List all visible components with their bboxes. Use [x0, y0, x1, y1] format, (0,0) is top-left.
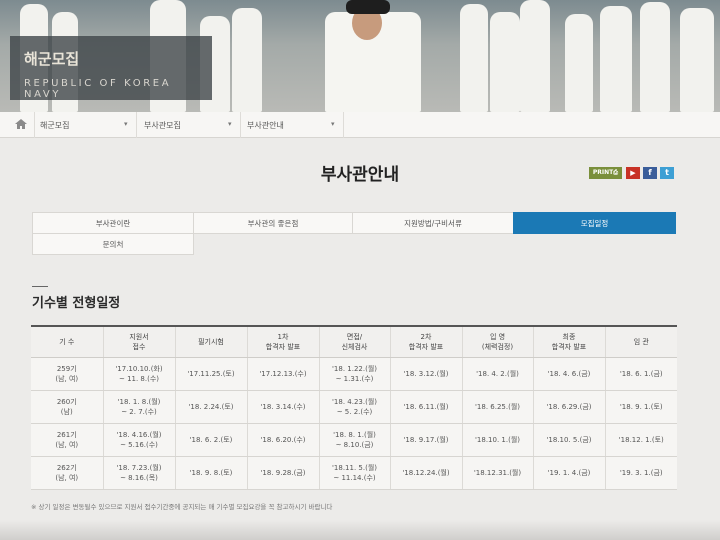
breadcrumb-item-recruit[interactable]: 해군모집	[40, 120, 69, 131]
table-cell: '18. 9. 8.(토)	[175, 456, 248, 490]
table-cell: '18. 4.16.(월) ~ 5.16.(수)	[103, 423, 176, 457]
breadcrumb-item-nco-recruit[interactable]: 부사관모집	[144, 120, 181, 131]
column-header: 면접/ 신체검사	[319, 325, 391, 358]
twitter-icon[interactable]: t	[660, 167, 674, 179]
table-cell: 261기 (남, 여)	[31, 423, 104, 457]
table-cell: 259기 (남, 여)	[31, 357, 104, 391]
hero-title: 해군모집	[24, 50, 80, 68]
home-icon[interactable]	[15, 119, 27, 129]
table-cell: 260기 (남)	[31, 390, 104, 424]
tab-nco-benefits[interactable]: 부사관의 좋은점	[193, 212, 353, 234]
table-cell: '18.11. 5.(월) ~ 11.14.(수)	[319, 456, 391, 490]
column-header: 필기시험	[175, 325, 248, 358]
table-cell: '18. 6.25.(월)	[462, 390, 534, 424]
table-cell: '18. 7.23.(월) ~ 8.16.(목)	[103, 456, 176, 490]
table-cell: '18. 1.22.(월) ~ 1.31.(수)	[319, 357, 391, 391]
tab-bar: 부사관이란 부사관의 좋은점 지원방법/구비서류 모집일정 문의처	[32, 212, 676, 256]
table-cell: '18. 8. 1.(월) ~ 8.10.(금)	[319, 423, 391, 457]
hero-title-box: 해군모집 REPUBLIC OF KOREA NAVY	[10, 36, 212, 100]
print-button[interactable]: PRINT⎙	[589, 167, 622, 179]
table-cell: '17.10.10.(화) ~ 11. 8.(수)	[103, 357, 176, 391]
table-cell: '18. 3.12.(월)	[390, 357, 463, 391]
hero-banner: 해군모집 REPUBLIC OF KOREA NAVY	[0, 0, 720, 112]
chevron-down-icon[interactable]: ▾	[331, 120, 335, 128]
chevron-down-icon[interactable]: ▾	[124, 120, 128, 128]
tab-contact[interactable]: 문의처	[32, 233, 194, 255]
table-cell: '18.12.31.(월)	[462, 456, 534, 490]
tab-recruit-schedule[interactable]: 모집일정	[513, 212, 676, 234]
table-cell: '18. 4.23.(월) ~ 5. 2.(수)	[319, 390, 391, 424]
table-cell: '18. 4. 2.(월)	[462, 357, 534, 391]
hero-subtitle: REPUBLIC OF KOREA NAVY	[24, 78, 172, 100]
section-rule	[32, 286, 48, 287]
table-cell: '18. 9.28.(금)	[247, 456, 320, 490]
tab-about-nco[interactable]: 부사관이란	[32, 212, 194, 234]
column-header: 2차 합격자 발표	[390, 325, 463, 358]
table-cell: '19. 3. 1.(금)	[605, 456, 677, 490]
table-cell: '19. 1. 4.(금)	[533, 456, 606, 490]
column-header: 입 영 (체력검정)	[462, 325, 534, 358]
breadcrumb-item-nco-info[interactable]: 부사관안내	[247, 120, 284, 131]
table-cell: '17.12.13.(수)	[247, 357, 320, 391]
table-row: 261기 (남, 여) '18. 4.16.(월) ~ 5.16.(수) '18…	[31, 423, 677, 457]
youtube-icon[interactable]: ▶	[626, 167, 640, 179]
table-cell: '18. 6.20.(수)	[247, 423, 320, 457]
table-cell: '18. 6. 1.(금)	[605, 357, 677, 391]
table-row: 260기 (남) '18. 1. 8.(월) ~ 2. 7.(수) '18. 2…	[31, 390, 677, 424]
footnote: ※ 상기 일정은 변동될수 있으므로 지원서 접수기간중에 공지되는 매 기수별…	[31, 503, 333, 511]
table-cell: '18.10. 5.(금)	[533, 423, 606, 457]
table-cell: '18.12.24.(월)	[390, 456, 463, 490]
table-cell: '18.12. 1.(토)	[605, 423, 677, 457]
table-cell: '18. 9. 1.(토)	[605, 390, 677, 424]
table-cell: '18. 1. 8.(월) ~ 2. 7.(수)	[103, 390, 176, 424]
screen-edge	[0, 520, 720, 540]
table-header-row: 기 수 지원서 접수 필기시험 1차 합격자 발표 면접/ 신체검사 2차 합격…	[31, 325, 677, 358]
table-cell: '18. 4. 6.(금)	[533, 357, 606, 391]
table-cell: '18. 6.11.(월)	[390, 390, 463, 424]
table-cell: '18.10. 1.(월)	[462, 423, 534, 457]
column-header: 최종 합격자 발표	[533, 325, 606, 358]
table-cell: '18. 2.24.(토)	[175, 390, 248, 424]
table-row: 262기 (남, 여) '18. 7.23.(월) ~ 8.16.(목) '18…	[31, 456, 677, 490]
column-header: 기 수	[31, 325, 104, 358]
chevron-down-icon[interactable]: ▾	[228, 120, 232, 128]
column-header: 지원서 접수	[103, 325, 176, 358]
tab-how-to-apply[interactable]: 지원방법/구비서류	[352, 212, 514, 234]
table-cell: 262기 (남, 여)	[31, 456, 104, 490]
table-cell: '18. 6.29.(금)	[533, 390, 606, 424]
table-cell: '18. 6. 2.(토)	[175, 423, 248, 457]
table-cell: '18. 3.14.(수)	[247, 390, 320, 424]
section-title: 기수별 전형일정	[32, 296, 121, 311]
table-cell: '18. 9.17.(월)	[390, 423, 463, 457]
facebook-icon[interactable]: f	[643, 167, 657, 179]
column-header: 1차 합격자 발표	[247, 325, 320, 358]
table-row: 259기 (남, 여) '17.10.10.(화) ~ 11. 8.(수) '1…	[31, 357, 677, 391]
schedule-table: 기 수 지원서 접수 필기시험 1차 합격자 발표 면접/ 신체검사 2차 합격…	[31, 325, 677, 490]
breadcrumb: 해군모집 ▾ 부사관모집 ▾ 부사관안내 ▾	[0, 112, 720, 138]
column-header: 임 관	[605, 325, 677, 358]
table-cell: '17.11.25.(토)	[175, 357, 248, 391]
